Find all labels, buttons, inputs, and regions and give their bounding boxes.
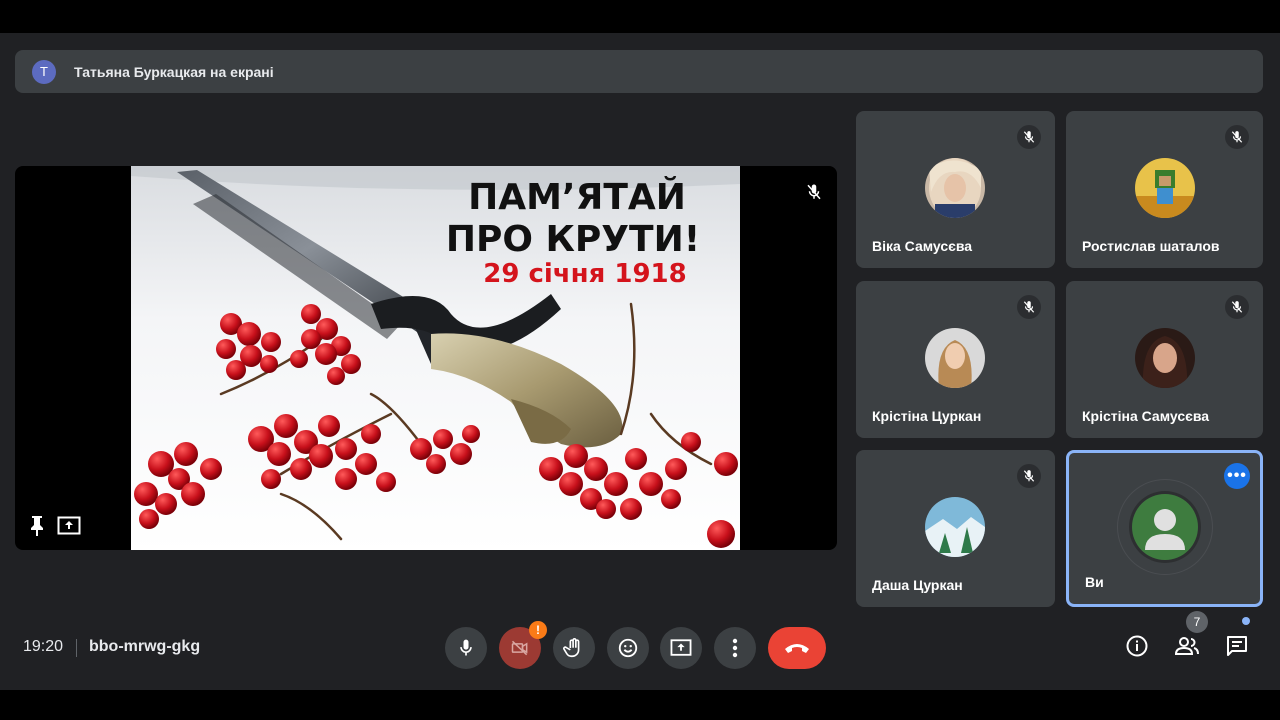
people-icon <box>1174 637 1199 655</box>
pin-icon[interactable] <box>27 515 47 542</box>
more-options-button[interactable] <box>714 627 756 669</box>
meeting-code: bbo-mrwg-gkg <box>89 638 201 655</box>
present-to-screen-icon[interactable] <box>57 515 81 542</box>
participant-name: Крістіна Самусєва <box>1082 408 1210 424</box>
participant-tile[interactable]: Крістіна Самусєва <box>1066 281 1263 438</box>
mic-off-icon <box>805 183 823 206</box>
bottom-bar: 19:20 bbo-mrwg-gkg ! 7 <box>0 611 1280 690</box>
avatar <box>925 158 985 218</box>
self-avatar <box>1132 494 1198 560</box>
present-button[interactable] <box>660 627 702 669</box>
clock: 19:20 <box>23 638 64 655</box>
participant-name: Ви <box>1085 574 1104 590</box>
participant-tile[interactable]: Крістіна Цуркан <box>856 281 1055 438</box>
shared-slide: ПАМ’ЯТАЙ ПРО КРУТИ! 29 січня 1918 <box>131 166 740 550</box>
mic-off-icon <box>1225 295 1249 319</box>
participant-name: Віка Самусєва <box>872 238 973 254</box>
microphone-icon <box>460 639 472 656</box>
participant-tile[interactable]: Ростислав шаталов <box>1066 111 1263 268</box>
participant-name: Крістіна Цуркан <box>872 408 982 424</box>
camera-button[interactable]: ! <box>499 621 547 669</box>
mic-off-icon <box>1017 464 1041 488</box>
participant-name: Ростислав шаталов <box>1082 238 1220 254</box>
participant-tile[interactable]: Віка Самусєва <box>856 111 1055 268</box>
meeting-details-button[interactable] <box>1121 630 1153 662</box>
mic-off-icon <box>1017 125 1041 149</box>
avatar <box>925 497 985 557</box>
people-count-badge: 7 <box>1186 611 1208 633</box>
camera-off-icon <box>511 640 528 656</box>
avatar <box>1135 328 1195 388</box>
avatar <box>1135 158 1195 218</box>
meet-window: T Татьяна Буркацкая на екрані ПАМ’ЯТАЙ П… <box>0 33 1280 690</box>
avatar <box>925 328 985 388</box>
hangup-icon <box>785 644 809 653</box>
mic-off-icon <box>1225 125 1249 149</box>
participant-name: Даша Цуркан <box>872 577 963 593</box>
slide-title-line1: ПАМ’ЯТАЙ <box>468 176 686 218</box>
reactions-button[interactable] <box>607 627 649 669</box>
slide-date: 29 січня 1918 <box>483 259 686 289</box>
participant-tile[interactable]: Даша Цуркан <box>856 450 1055 607</box>
more-vert-icon <box>732 638 738 658</box>
slide-title-line2: ПРО КРУТИ! <box>446 219 700 260</box>
chat-notification-dot <box>1242 617 1250 625</box>
more-options-icon[interactable]: ••• <box>1224 463 1250 489</box>
hand-icon <box>563 638 580 658</box>
chat-button[interactable] <box>1221 630 1253 662</box>
info-icon <box>1126 635 1148 657</box>
presenting-banner: T Татьяна Буркацкая на екрані <box>15 50 1263 93</box>
present-icon <box>670 639 692 656</box>
camera-warning-badge: ! <box>529 621 547 639</box>
emoji-icon <box>618 638 638 658</box>
mic-button[interactable] <box>445 627 487 669</box>
slide-image: ПАМ’ЯТАЙ ПРО КРУТИ! 29 січня 1918 <box>131 166 740 550</box>
raise-hand-button[interactable] <box>553 627 595 669</box>
presenter-avatar: T <box>32 59 56 84</box>
presenting-text: Татьяна Буркацкая на екрані <box>74 63 274 80</box>
self-tile[interactable]: ••• Ви <box>1066 450 1263 607</box>
divider <box>76 639 77 657</box>
leave-call-button[interactable] <box>768 627 826 669</box>
people-button[interactable] <box>1171 630 1203 662</box>
mic-off-icon <box>1017 295 1041 319</box>
presentation-stage[interactable]: ПАМ’ЯТАЙ ПРО КРУТИ! 29 січня 1918 <box>15 166 837 550</box>
chat-icon <box>1227 636 1247 656</box>
